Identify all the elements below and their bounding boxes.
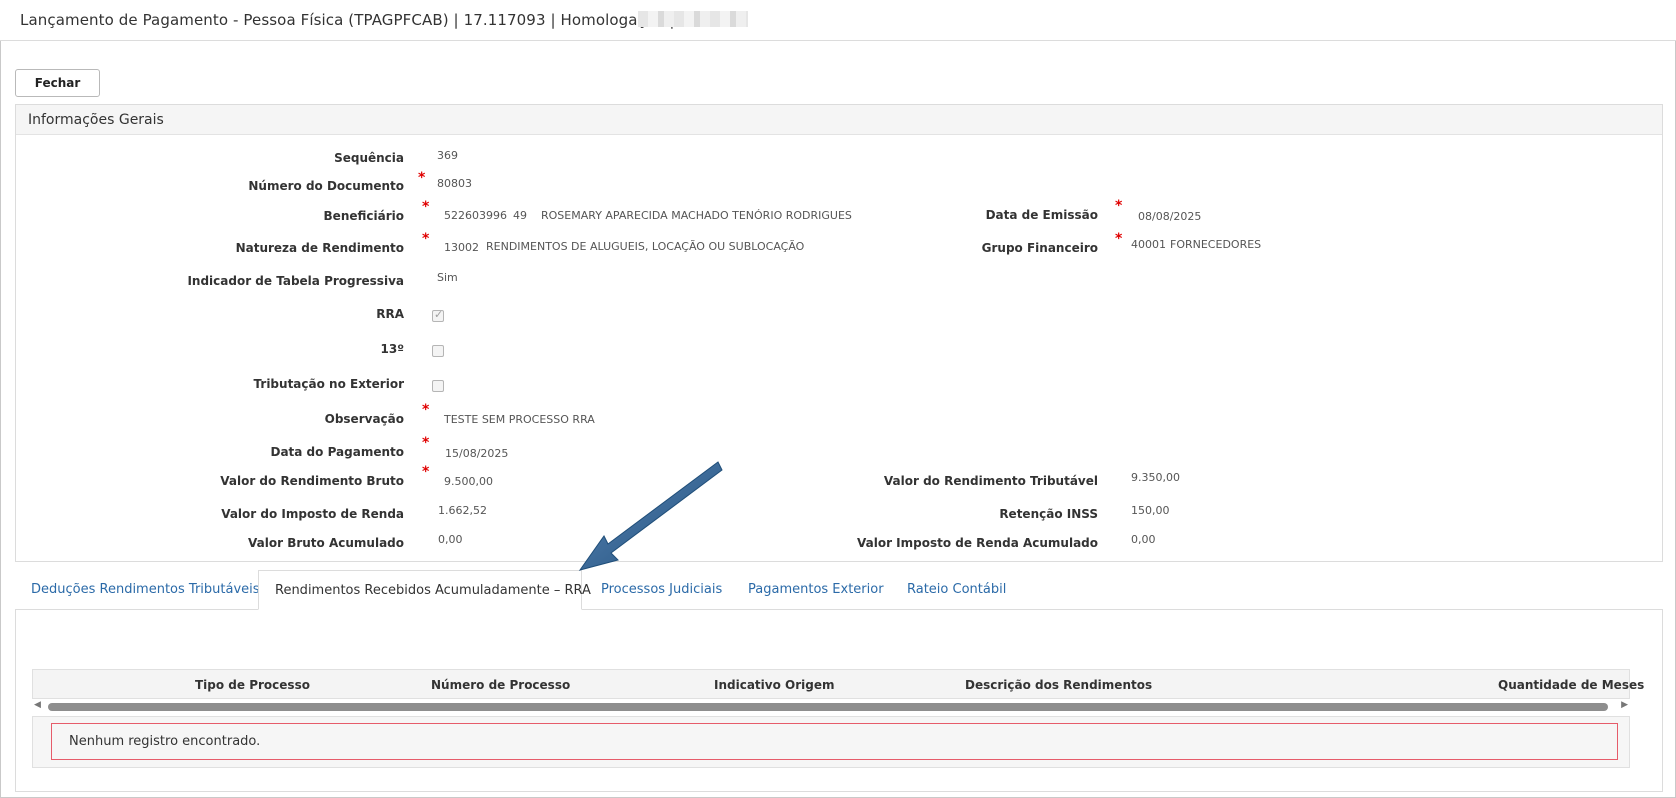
- tab-rra-label: Rendimentos Recebidos Acumuladamente – R…: [275, 583, 591, 598]
- grid-header: Tipo de Processo Número de Processo Indi…: [32, 669, 1644, 699]
- valor-rendimento-bruto-value[interactable]: 9.500,00: [444, 475, 493, 488]
- check-icon: ✓: [434, 308, 444, 321]
- annotation-arrow-icon: [578, 461, 723, 571]
- tab-rra[interactable]: Rendimentos Recebidos Acumuladamente – R…: [258, 570, 591, 610]
- natureza-rendimento-code[interactable]: 13002: [444, 241, 479, 254]
- beneficiario-seq: 49: [513, 209, 527, 222]
- valor-bruto-acumulado-label: Valor Bruto Acumulado: [248, 536, 404, 550]
- scroll-left-icon[interactable]: ◀: [34, 700, 41, 710]
- observacao-value[interactable]: TESTE SEM PROCESSO RRA: [444, 413, 595, 426]
- natureza-rendimento-desc: RENDIMENTOS DE ALUGUEIS, LOCAÇÃO OU SUBL…: [486, 240, 805, 253]
- data-emissao-value[interactable]: 08/08/2025: [1138, 210, 1201, 223]
- required-marker: *: [418, 170, 426, 186]
- tab-rateio-contabil[interactable]: Rateio Contábil: [907, 582, 1006, 597]
- column-tipo-processo[interactable]: Tipo de Processo: [195, 678, 310, 692]
- rra-checkbox[interactable]: ✓: [432, 308, 444, 322]
- valor-rendimento-tributavel-label: Valor do Rendimento Tributável: [883, 474, 1098, 488]
- rra-label: RRA: [376, 307, 404, 321]
- required-marker: *: [422, 231, 430, 247]
- data-emissao-label: Data de Emissão: [985, 208, 1098, 222]
- tributacao-exterior-label: Tributação no Exterior: [253, 377, 404, 391]
- grupo-financeiro-label: Grupo Financeiro: [981, 241, 1098, 255]
- required-marker: *: [422, 435, 430, 451]
- valor-imposto-acumulado-value: 0,00: [1131, 533, 1156, 546]
- beneficiario-code[interactable]: 522603996: [444, 209, 507, 222]
- indicador-tabela-label: Indicador de Tabela Progressiva: [187, 274, 404, 288]
- beneficiario-label: Beneficiário: [323, 209, 404, 223]
- window-title: Lançamento de Pagamento - Pessoa Física …: [20, 11, 675, 29]
- decimo-terceiro-label: 13º: [380, 342, 404, 356]
- numero-documento-value: 80803: [437, 177, 472, 190]
- data-pagamento-label: Data do Pagamento: [270, 445, 404, 459]
- required-marker: *: [1115, 198, 1123, 214]
- valor-rendimento-bruto-label: Valor do Rendimento Bruto: [220, 474, 404, 488]
- numero-documento-label: Número do Documento: [248, 179, 404, 193]
- valor-imposto-renda-label: Valor do Imposto de Renda: [221, 507, 404, 521]
- column-descricao-rendimentos[interactable]: Descrição dos Rendimentos: [965, 678, 1152, 692]
- required-marker: *: [1115, 231, 1123, 247]
- scroll-thumb[interactable]: [48, 703, 1608, 711]
- decimo-terceiro-checkbox[interactable]: [432, 345, 444, 357]
- natureza-rendimento-label: Natureza de Rendimento: [235, 241, 404, 255]
- valor-bruto-acumulado-value: 0,00: [438, 533, 463, 546]
- valor-imposto-renda-value: 1.662,52: [438, 504, 487, 517]
- indicador-tabela-value: Sim: [437, 271, 458, 284]
- retencao-inss-label: Retenção INSS: [999, 507, 1098, 521]
- required-marker: *: [422, 464, 430, 480]
- informacoes-gerais-panel: Informações Gerais: [15, 104, 1663, 562]
- tab-pagamentos-exterior[interactable]: Pagamentos Exterior: [748, 582, 884, 597]
- valor-rendimento-tributavel-value: 9.350,00: [1131, 471, 1180, 484]
- tributacao-exterior-checkbox[interactable]: [432, 380, 444, 392]
- tab-processos-judiciais[interactable]: Processos Judiciais: [601, 582, 722, 597]
- tab-deducoes[interactable]: Deduções Rendimentos Tributáveis: [31, 582, 260, 597]
- required-marker: *: [422, 199, 430, 215]
- sequencia-label: Sequência: [334, 151, 404, 165]
- title-bar: Lançamento de Pagamento - Pessoa Física …: [0, 0, 1676, 41]
- column-numero-processo[interactable]: Número de Processo: [431, 678, 570, 692]
- observacao-label: Observação: [324, 412, 404, 426]
- panel-title: Informações Gerais: [28, 112, 164, 128]
- fechar-button[interactable]: Fechar: [15, 69, 100, 97]
- column-indicativo-origem[interactable]: Indicativo Origem: [714, 678, 834, 692]
- data-pagamento-value[interactable]: 15/08/2025: [445, 447, 508, 460]
- horizontal-scrollbar[interactable]: ◀ ▶: [32, 700, 1630, 714]
- redacted-user-info: [638, 11, 748, 27]
- empty-message: Nenhum registro encontrado.: [69, 734, 261, 749]
- retencao-inss-value: 150,00: [1131, 504, 1170, 517]
- empty-message-box: Nenhum registro encontrado.: [51, 723, 1618, 760]
- sequencia-value: 369: [437, 149, 458, 162]
- grupo-financeiro-desc: FORNECEDORES: [1170, 238, 1262, 251]
- valor-imposto-acumulado-label: Valor Imposto de Renda Acumulado: [856, 536, 1098, 550]
- scroll-right-icon[interactable]: ▶: [1621, 700, 1628, 710]
- required-marker: *: [422, 402, 430, 418]
- grupo-financeiro-code[interactable]: 40001: [1131, 238, 1166, 251]
- column-quantidade-meses[interactable]: Quantidade de Meses: [1498, 678, 1644, 692]
- panel-header: Informações Gerais: [16, 105, 1662, 135]
